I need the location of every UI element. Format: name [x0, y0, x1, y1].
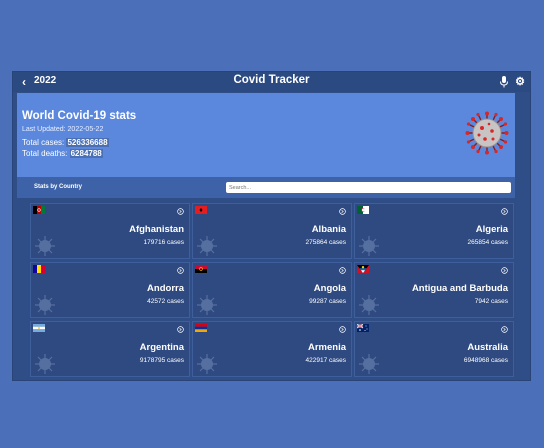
- stats-by-country-label: Stats by Country: [34, 184, 83, 190]
- total-cases-value: 526336688: [66, 138, 109, 147]
- app-bar: ‹ 2022 Covid Tracker ⚙: [13, 72, 530, 92]
- country-cases: 422917 cases: [305, 357, 346, 364]
- country-cases: 179716 cases: [143, 239, 184, 246]
- virus-watermark-icon: [35, 295, 55, 315]
- country-name: Australia: [467, 342, 508, 353]
- gear-icon[interactable]: ⚙: [514, 75, 526, 89]
- chevron-left-icon[interactable]: ‹: [17, 74, 31, 90]
- info-icon[interactable]: [339, 267, 346, 274]
- search-input[interactable]: [226, 182, 511, 193]
- country-cases: 275864 cases: [305, 239, 346, 246]
- country-cases: 9178795 cases: [139, 357, 184, 364]
- total-cases-label: Total cases:: [22, 138, 65, 147]
- world-stats-title: World Covid-19 stats: [22, 110, 137, 122]
- virus-watermark-icon: [35, 354, 55, 374]
- country-name: Albania: [311, 224, 346, 235]
- country-card[interactable]: Albania 275864 cases: [192, 203, 352, 259]
- microphone-icon[interactable]: [498, 75, 510, 89]
- flag-andorra-icon: [33, 265, 45, 273]
- flag-angola-icon: [195, 265, 207, 273]
- flag-armenia-icon: [195, 324, 207, 332]
- info-icon[interactable]: [501, 208, 508, 215]
- country-card[interactable]: Armenia 422917 cases: [192, 321, 352, 377]
- last-updated: Last Updated: 2022-05-22: [22, 126, 104, 133]
- country-cases: 265854 cases: [467, 239, 508, 246]
- info-icon[interactable]: [339, 326, 346, 333]
- world-stats-panel: World Covid-19 stats Last Updated: 2022-…: [17, 93, 515, 177]
- country-card[interactable]: Angola 99287 cases: [192, 262, 352, 318]
- country-name: Argentina: [139, 342, 184, 353]
- flag-afghanistan-icon: [33, 206, 45, 214]
- flag-antigua-and-barbuda-icon: [357, 265, 369, 273]
- info-icon[interactable]: [501, 326, 508, 333]
- country-grid: Afghanistan 179716 cases Albania 275864 …: [30, 203, 515, 379]
- country-card[interactable]: Andorra 42572 cases: [30, 262, 190, 318]
- flag-argentina-icon: [33, 324, 45, 332]
- virus-watermark-icon: [35, 236, 55, 256]
- virus-watermark-icon: [359, 295, 379, 315]
- total-deaths-value: 6284788: [69, 149, 103, 158]
- country-card[interactable]: Antigua and Barbuda 7942 cases: [354, 262, 514, 318]
- virus-icon: [465, 111, 509, 155]
- app-title: Covid Tracker: [233, 74, 310, 86]
- country-name: Andorra: [147, 283, 184, 294]
- country-name: Armenia: [307, 342, 346, 353]
- country-card[interactable]: Australia 6948968 cases: [354, 321, 514, 377]
- country-card[interactable]: Afghanistan 179716 cases: [30, 203, 190, 259]
- year-label: 2022: [34, 75, 57, 86]
- stats-filter-bar: Stats by Country: [17, 177, 515, 198]
- virus-watermark-icon: [197, 295, 217, 315]
- flag-albania-icon: [195, 206, 207, 214]
- country-cases: 7942 cases: [474, 298, 508, 305]
- virus-watermark-icon: [359, 354, 379, 374]
- flag-algeria-icon: [357, 206, 369, 214]
- info-icon[interactable]: [177, 208, 184, 215]
- info-icon[interactable]: [339, 208, 346, 215]
- country-cases: 99287 cases: [309, 298, 346, 305]
- info-icon[interactable]: [177, 267, 184, 274]
- country-name: Antigua and Barbuda: [411, 283, 508, 294]
- virus-watermark-icon: [359, 236, 379, 256]
- country-card[interactable]: Argentina 9178795 cases: [30, 321, 190, 377]
- country-card[interactable]: Algeria 265854 cases: [354, 203, 514, 259]
- virus-watermark-icon: [197, 236, 217, 256]
- country-cases: 42572 cases: [147, 298, 184, 305]
- info-icon[interactable]: [177, 326, 184, 333]
- country-cases: 6948968 cases: [463, 357, 508, 364]
- total-deaths: Total deaths: 6284788: [22, 149, 103, 158]
- flag-australia-icon: [357, 324, 369, 332]
- info-icon[interactable]: [501, 267, 508, 274]
- country-name: Afghanistan: [129, 224, 184, 235]
- country-name: Angola: [313, 283, 346, 294]
- country-name: Algeria: [475, 224, 508, 235]
- total-cases: Total cases: 526336688: [22, 138, 109, 147]
- virus-watermark-icon: [197, 354, 217, 374]
- total-deaths-label: Total deaths:: [22, 149, 68, 158]
